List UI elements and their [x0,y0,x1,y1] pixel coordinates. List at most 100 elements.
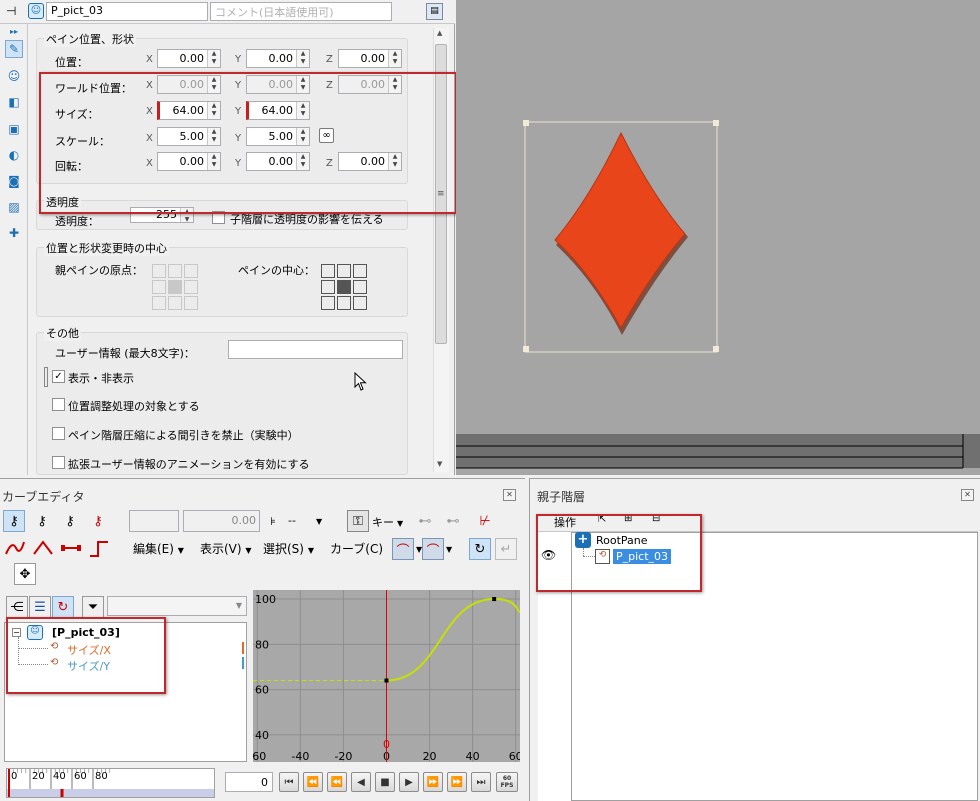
shapes-icon[interactable]: ◧ [5,93,23,111]
sync-icon[interactable]: ↻ [52,596,74,618]
list-view-icon[interactable]: ☰ [29,596,51,618]
next-key-icon[interactable]: ⏩ [447,772,467,792]
scroll-down-icon[interactable]: ▼ [437,460,442,468]
close-icon[interactable]: ✕ [961,489,974,501]
ruler-key-marker [60,789,64,797]
center-cell[interactable] [321,280,335,294]
play-back-icon[interactable]: ◀ [351,772,371,792]
menu-view[interactable]: 表示(V) ▼ [200,540,252,557]
key-menu[interactable]: キー ▼ [372,514,403,530]
position-y-input[interactable]: 0.00 ▲ ▼ [246,49,310,68]
handle[interactable] [713,120,719,126]
pencil-icon[interactable]: ✎ [5,40,23,58]
constant-icon[interactable] [60,538,82,558]
handle[interactable] [523,346,529,352]
key-clear-icon[interactable]: ⊬ [474,510,496,532]
snap-icon[interactable]: ⊧ [262,510,284,532]
key-prev-icon[interactable]: ⊷ [414,510,436,532]
center-cell[interactable] [353,296,367,310]
frame-field[interactable] [129,510,179,532]
layout-viewport[interactable] [456,0,980,475]
ease-in-icon[interactable]: ⌒ [392,538,414,560]
pin-icon[interactable]: ⊣ [6,4,16,18]
center-cell[interactable] [353,280,367,294]
menu-select[interactable]: 選択(S) ▼ [263,540,314,557]
x-tick-label: 40 [466,750,480,762]
position-x-input[interactable]: 0.00 ▲ ▼ [157,49,221,68]
menu-edit[interactable]: 編集(E) ▼ [133,540,184,557]
filter-icon[interactable]: ⏷ [82,596,104,618]
first-frame-icon[interactable]: ⏮ [279,772,299,792]
user-info-input[interactable] [228,340,403,359]
key-add-icon[interactable]: ⚷ [31,510,53,532]
value-field[interactable]: 0.00 [183,510,260,532]
ext-anim-checkbox[interactable] [52,456,65,469]
timeline-ruler[interactable]: 0 20 40 60 80 [6,768,215,798]
x-tick-label: 20 [423,750,437,762]
image-icon[interactable]: ▨ [5,198,23,216]
settings-icon[interactable]: ▤ [426,3,443,20]
puzzle-icon[interactable]: ✚ [5,224,23,242]
adjust-checkbox[interactable] [52,398,65,411]
x-tick-label: -60 [253,750,266,762]
linear-icon[interactable] [32,538,54,558]
center-cell[interactable] [353,264,367,278]
step-icon[interactable] [88,538,110,558]
center-cell[interactable] [337,296,351,310]
move-icon[interactable]: ✥ [14,563,36,585]
chevron-down-icon[interactable]: ▼ [446,545,452,554]
center-cell[interactable] [321,264,335,278]
menu-select-label: 選択(S) [263,542,304,556]
cull-checkbox[interactable] [52,427,65,440]
key-menu-label: キー [372,516,394,529]
handle[interactable] [523,120,529,126]
menu-curve[interactable]: カーブ(C) [330,540,383,557]
frame-input[interactable]: 0 [225,772,273,792]
curve-graph-svg[interactable]: 100806040-60-40-2002040600 [248,590,523,763]
scroll-up-icon[interactable]: ▲ [437,29,442,37]
filter-combo[interactable]: ▼ [107,596,247,616]
play-icon[interactable]: ▶ [399,772,419,792]
x-tick-label: 60 [509,750,520,762]
property-tabs: ▸▸ ✎ ☺ ◧ ▣ ◐ ◙ ▨ ✚ [0,24,28,475]
center-cell[interactable] [321,296,335,310]
prev-key-icon[interactable]: ⏪ [303,772,323,792]
return-icon[interactable]: ↵ [495,538,517,560]
picture-icon[interactable]: ▣ [5,120,23,138]
chevron-down-icon: ▼ [177,546,184,555]
expand-icon[interactable]: ▸▸ [5,26,23,36]
spline-icon[interactable] [4,538,26,558]
key-lock-icon[interactable]: ⚿ [347,510,369,532]
prev-mark-icon[interactable]: ⏪ [327,772,347,792]
comment-input[interactable]: コメント(日本語使用可) [210,2,392,21]
pane-icon[interactable]: ☺ [5,67,23,85]
center-cell-selected[interactable] [337,280,351,294]
position-z-input[interactable]: 0.00 ▲ ▼ [338,49,402,68]
chevron-down-icon: ▼ [307,546,314,555]
key-graph-icon[interactable]: ⚷ [59,510,81,532]
chevron-down-icon: ▼ [245,546,252,555]
handle[interactable] [713,346,719,352]
fps-button[interactable]: 60 FPS [496,772,518,792]
key-next-icon[interactable]: ⊷ [442,510,464,532]
center-title: 位置と形状変更時の中心 [44,240,169,256]
key-delete-icon[interactable]: ⚷ [87,510,109,532]
splitter-handle[interactable] [44,367,48,387]
texture-icon[interactable]: ◙ [5,172,23,190]
close-icon[interactable]: ✕ [503,489,516,501]
pane-name-input[interactable]: P_pict_03 [46,2,208,21]
diamond-picture[interactable] [554,131,686,330]
visible-checkbox[interactable]: ✓ [52,370,65,383]
center-cell[interactable] [337,264,351,278]
interp-dropdown[interactable]: -- ▼ [288,514,322,527]
tree-view-icon[interactable]: ⋲ [6,596,28,618]
material-icon[interactable]: ◐ [5,146,23,164]
next-mark-icon[interactable]: ⏩ [423,772,443,792]
last-frame-icon[interactable]: ⏭ [471,772,491,792]
key-tool-icon[interactable]: ⚷ [3,510,25,532]
pane-center-grid[interactable] [321,264,367,310]
stop-icon[interactable]: ■ [375,772,395,792]
ease-out-icon[interactable]: ⌒ [422,538,444,560]
curve-graph[interactable]: 100806040-60-40-2002040600 [248,590,523,763]
refresh-icon[interactable]: ↻ [469,538,491,560]
